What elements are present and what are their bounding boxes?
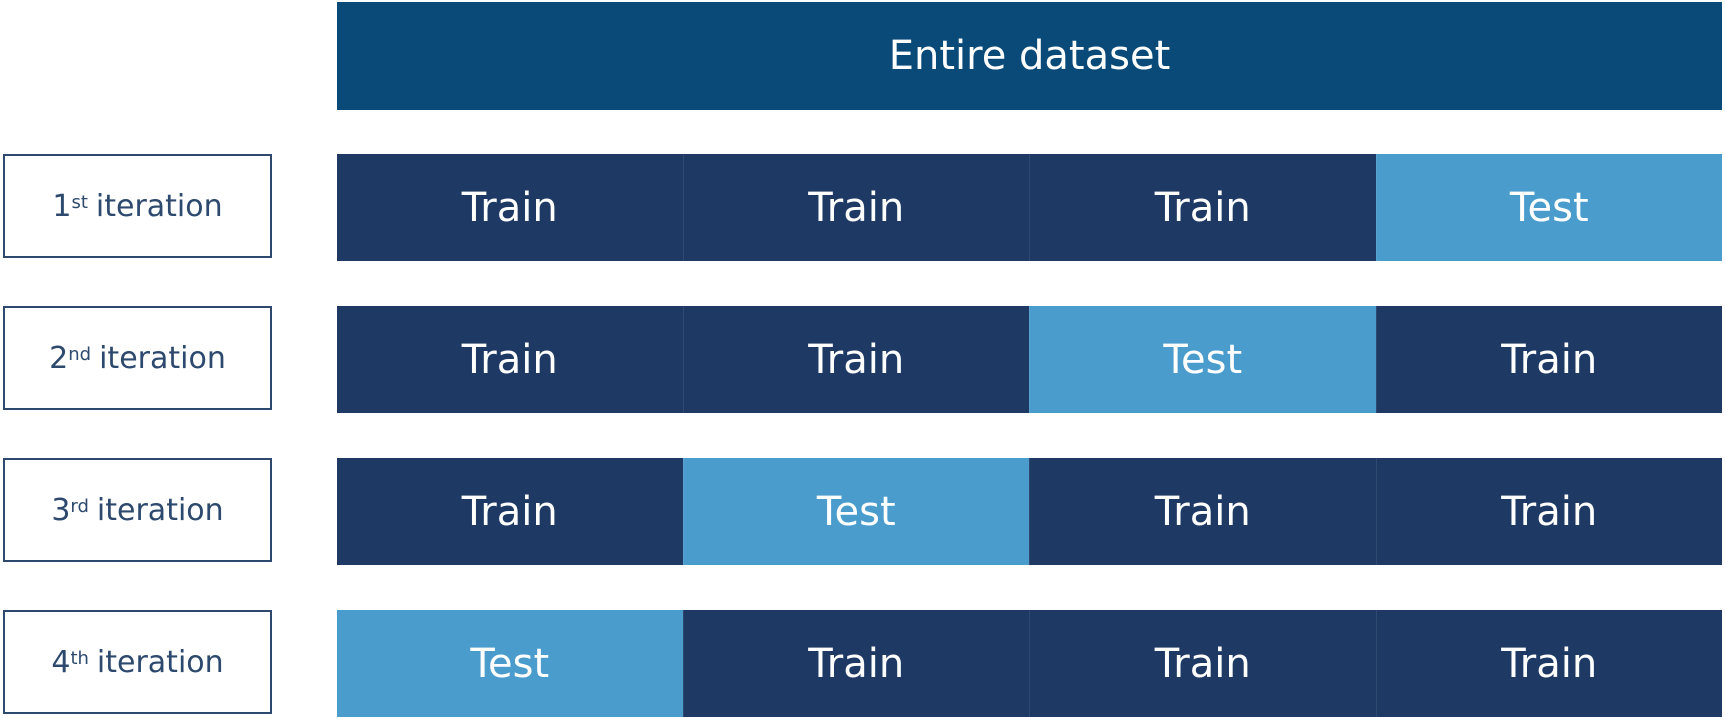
fold-cell: Test xyxy=(1375,154,1722,261)
iteration-3-suffix: rd xyxy=(70,495,89,517)
iteration-4-suffix: th xyxy=(70,647,89,669)
fold-cell: Train xyxy=(337,306,683,413)
iteration-4-row: Test Train Train Train xyxy=(337,610,1722,717)
iteration-1-text: iteration xyxy=(95,188,223,224)
fold-cell: Train xyxy=(337,154,683,261)
iteration-1-suffix: st xyxy=(71,191,88,213)
fold-cell: Train xyxy=(1375,610,1722,717)
iteration-2-number: 2 xyxy=(49,340,69,376)
fold-cell: Test xyxy=(337,610,683,717)
fold-cell: Train xyxy=(682,154,1029,261)
iteration-1-row: Train Train Train Test xyxy=(337,154,1722,261)
iteration-1-number: 1 xyxy=(52,188,72,224)
iteration-3-row: Train Test Train Train xyxy=(337,458,1722,565)
fold-cell: Test xyxy=(682,458,1029,565)
fold-cell: Train xyxy=(1375,458,1722,565)
iteration-4-number: 4 xyxy=(51,644,71,680)
fold-cell: Train xyxy=(682,610,1029,717)
iteration-4-label: 4th iteration xyxy=(3,610,272,714)
iteration-3-number: 3 xyxy=(51,492,71,528)
entire-dataset-label: Entire dataset xyxy=(888,33,1171,79)
iteration-1-label: 1st iteration xyxy=(3,154,272,258)
fold-cell: Train xyxy=(1029,458,1376,565)
iteration-2-text: iteration xyxy=(99,340,226,376)
fold-cell: Train xyxy=(682,306,1029,413)
iteration-2-label: 2nd iteration xyxy=(3,306,272,410)
iteration-3-text: iteration xyxy=(96,492,224,528)
iteration-3-label: 3rd iteration xyxy=(3,458,272,562)
entire-dataset-header: Entire dataset xyxy=(337,2,1722,110)
fold-cell: Train xyxy=(1029,154,1376,261)
iteration-2-row: Train Train Test Train xyxy=(337,306,1722,413)
fold-cell: Train xyxy=(1375,306,1722,413)
fold-cell: Train xyxy=(1029,610,1376,717)
iteration-2-suffix: nd xyxy=(68,343,92,365)
iteration-4-text: iteration xyxy=(96,644,224,680)
fold-cell: Train xyxy=(337,458,683,565)
fold-cell: Test xyxy=(1029,306,1376,413)
